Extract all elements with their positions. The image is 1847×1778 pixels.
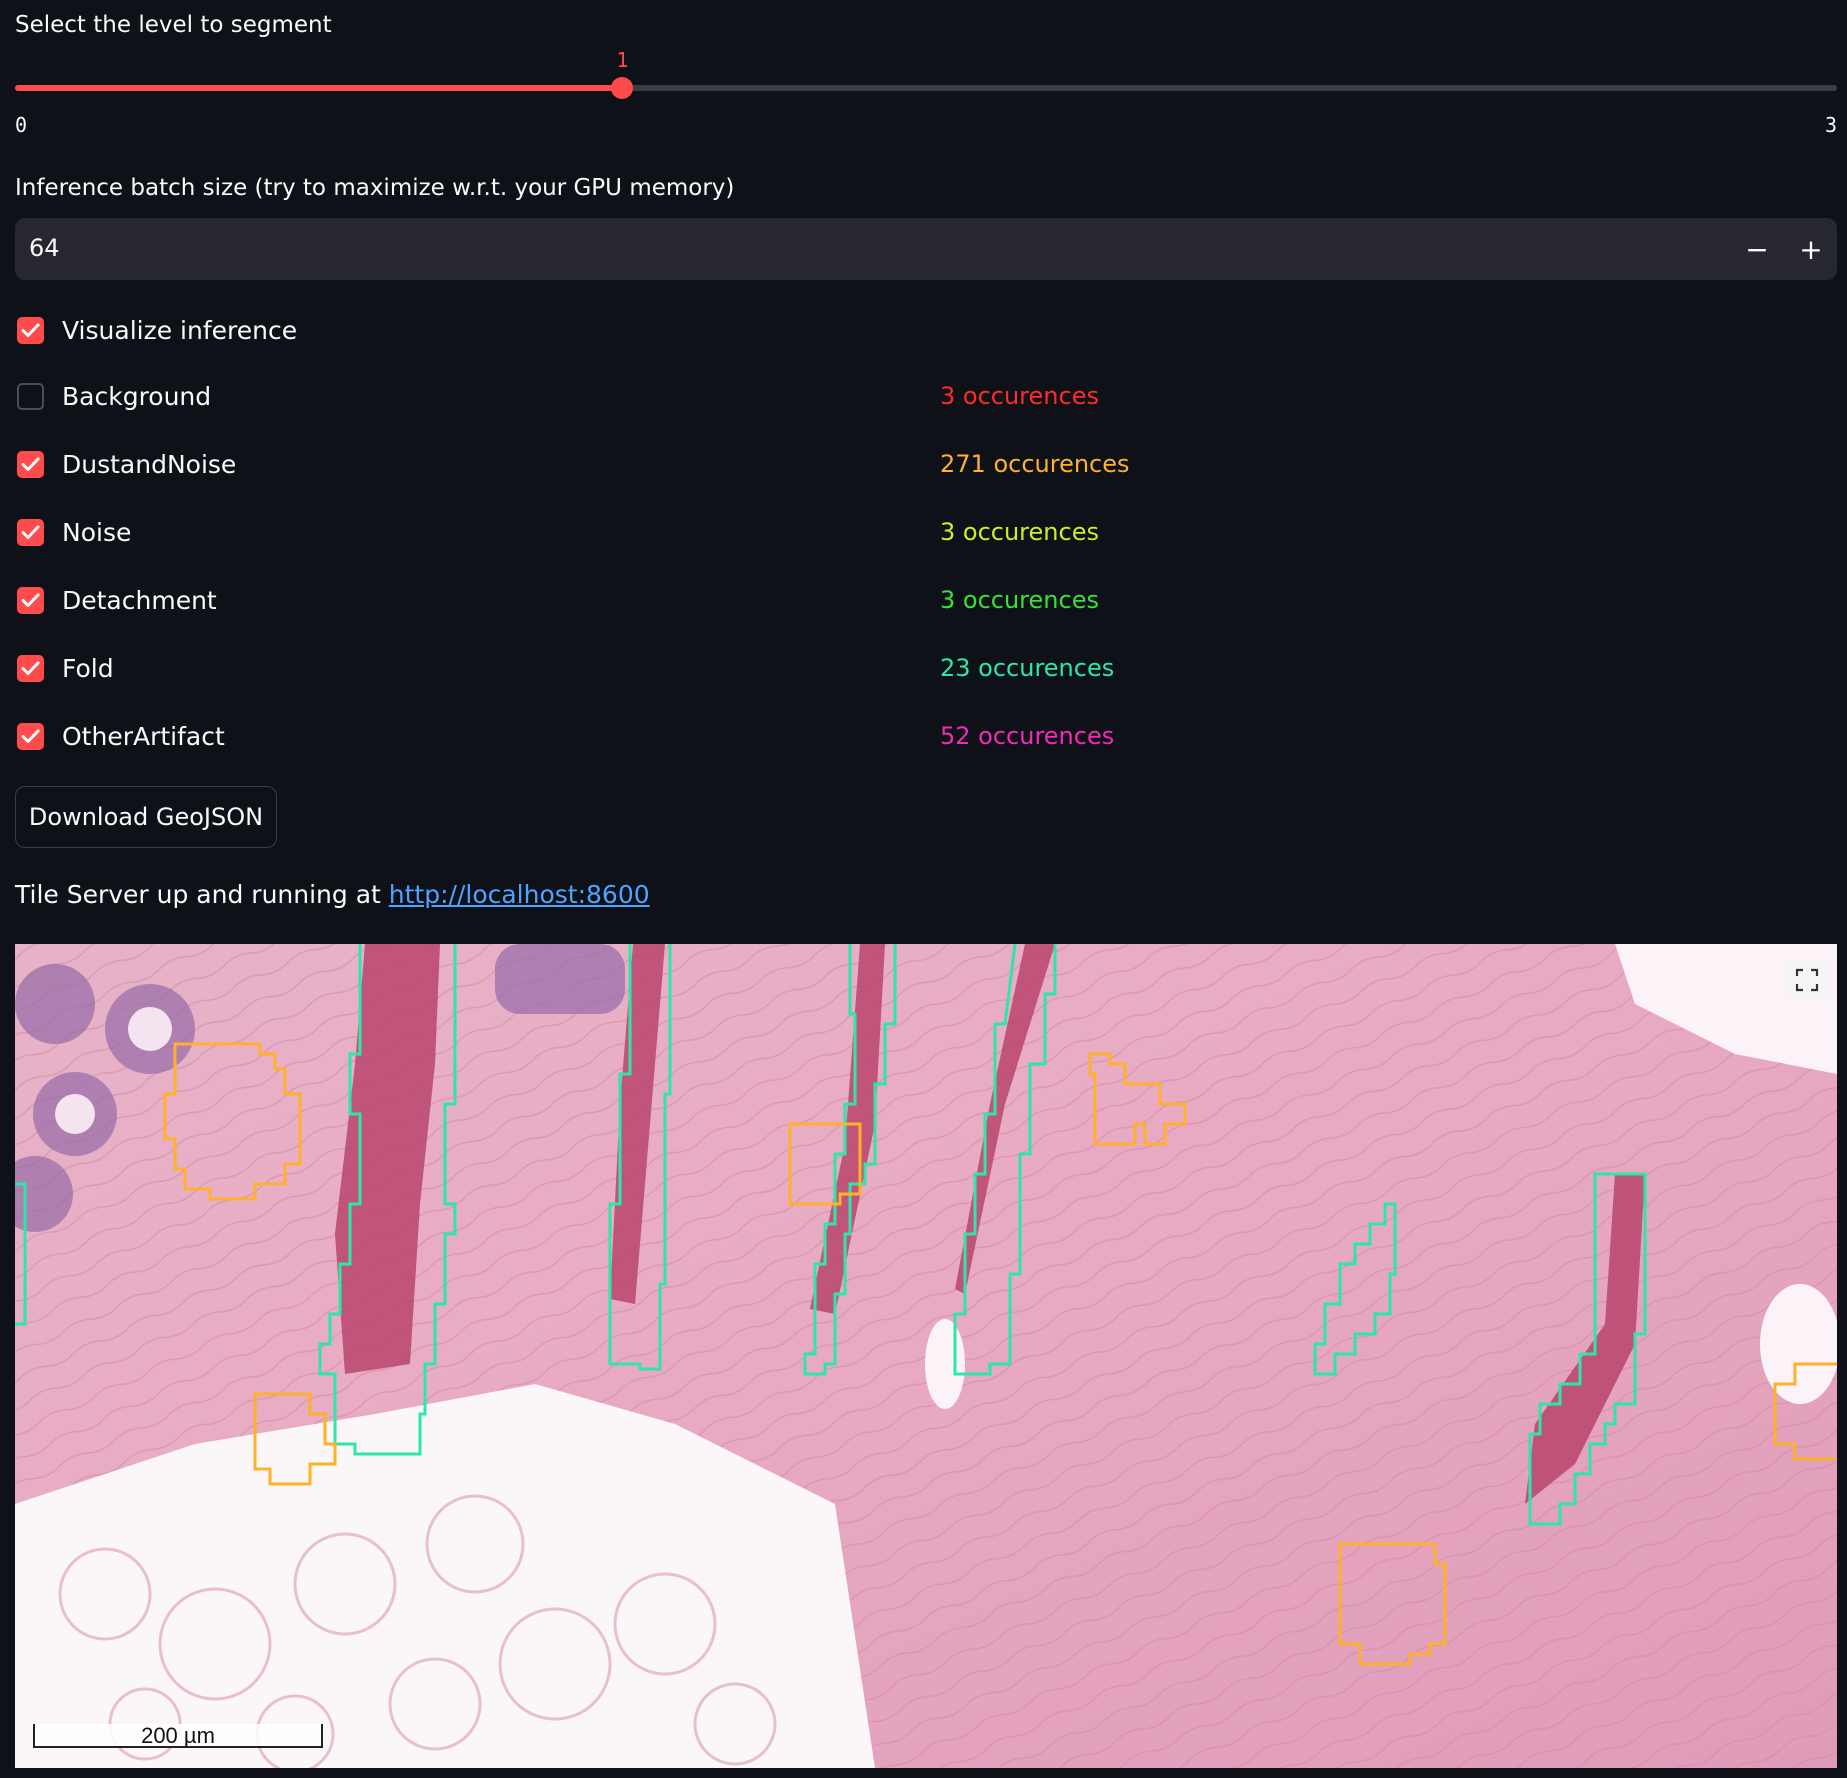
checkbox-box[interactable]	[17, 722, 44, 750]
occurrence-count: 3 occurences	[940, 518, 1099, 546]
tile-server-prefix: Tile Server up and running at	[15, 880, 389, 909]
class-label: Noise	[62, 517, 132, 547]
level-slider-fill	[15, 85, 623, 91]
tile-server-link[interactable]: http://localhost:8600	[389, 880, 650, 909]
tissue-image	[15, 944, 1837, 1768]
occurrence-count: 3 occurences	[940, 382, 1099, 410]
batch-size-input[interactable]: 64 − +	[15, 218, 1837, 280]
scale-bar-label: 200 µm	[141, 1723, 215, 1748]
occurrence-count: 3 occurences	[940, 586, 1099, 614]
decrement-button[interactable]: −	[1731, 218, 1783, 280]
visualize-inference-checkbox[interactable]: Visualize inference	[17, 314, 297, 346]
class-checkbox-background[interactable]: Background	[17, 380, 211, 412]
checkbox-box[interactable]	[17, 654, 44, 682]
slider-value-label: 1	[616, 48, 629, 72]
class-checkbox-noise[interactable]: Noise	[17, 516, 131, 548]
check-icon	[21, 525, 40, 539]
level-slider-thumb[interactable]	[611, 77, 634, 99]
occurrence-count: 23 occurences	[940, 654, 1115, 682]
check-icon	[21, 593, 40, 607]
scale-bar: 200 µm	[33, 1724, 323, 1748]
class-checkbox-fold[interactable]: Fold	[17, 652, 114, 684]
checkbox-box[interactable]	[17, 316, 44, 344]
visualize-inference-label: Visualize inference	[62, 315, 298, 345]
increment-button[interactable]: +	[1785, 218, 1837, 280]
class-checkbox-dustandnoise[interactable]: DustandNoise	[17, 448, 236, 480]
download-geojson-button[interactable]: Download GeoJSON	[15, 786, 277, 848]
occurrence-count: 271 occurences	[940, 450, 1130, 478]
class-label: OtherArtifact	[62, 721, 225, 751]
level-slider-track[interactable]	[15, 85, 1837, 91]
slider-max-label: 3	[1824, 113, 1837, 137]
checkbox-box[interactable]	[17, 450, 44, 478]
checkbox-box[interactable]	[17, 586, 44, 614]
level-slider-label: Select the level to segment	[15, 12, 332, 38]
slide-viewer[interactable]: 200 µm	[15, 944, 1837, 1768]
check-icon	[21, 457, 40, 471]
class-checkbox-otherartifact[interactable]: OtherArtifact	[17, 720, 225, 752]
batch-size-value[interactable]: 64	[29, 234, 60, 262]
check-icon	[21, 661, 40, 675]
class-label: Fold	[62, 653, 114, 683]
check-icon	[21, 729, 40, 743]
expand-icon	[1795, 968, 1819, 992]
fullscreen-button[interactable]	[1787, 960, 1827, 1000]
tile-server-status: Tile Server up and running at http://loc…	[15, 880, 650, 909]
occurrence-count: 52 occurences	[940, 722, 1115, 750]
class-label: Detachment	[62, 585, 217, 615]
checkbox-box[interactable]	[17, 382, 44, 410]
check-icon	[21, 323, 40, 337]
batch-size-label: Inference batch size (try to maximize w.…	[15, 175, 735, 201]
class-checkbox-detachment[interactable]: Detachment	[17, 584, 217, 616]
slider-min-label: 0	[15, 113, 28, 137]
class-label: Background	[62, 381, 212, 411]
class-label: DustandNoise	[62, 449, 237, 479]
checkbox-box[interactable]	[17, 518, 44, 546]
